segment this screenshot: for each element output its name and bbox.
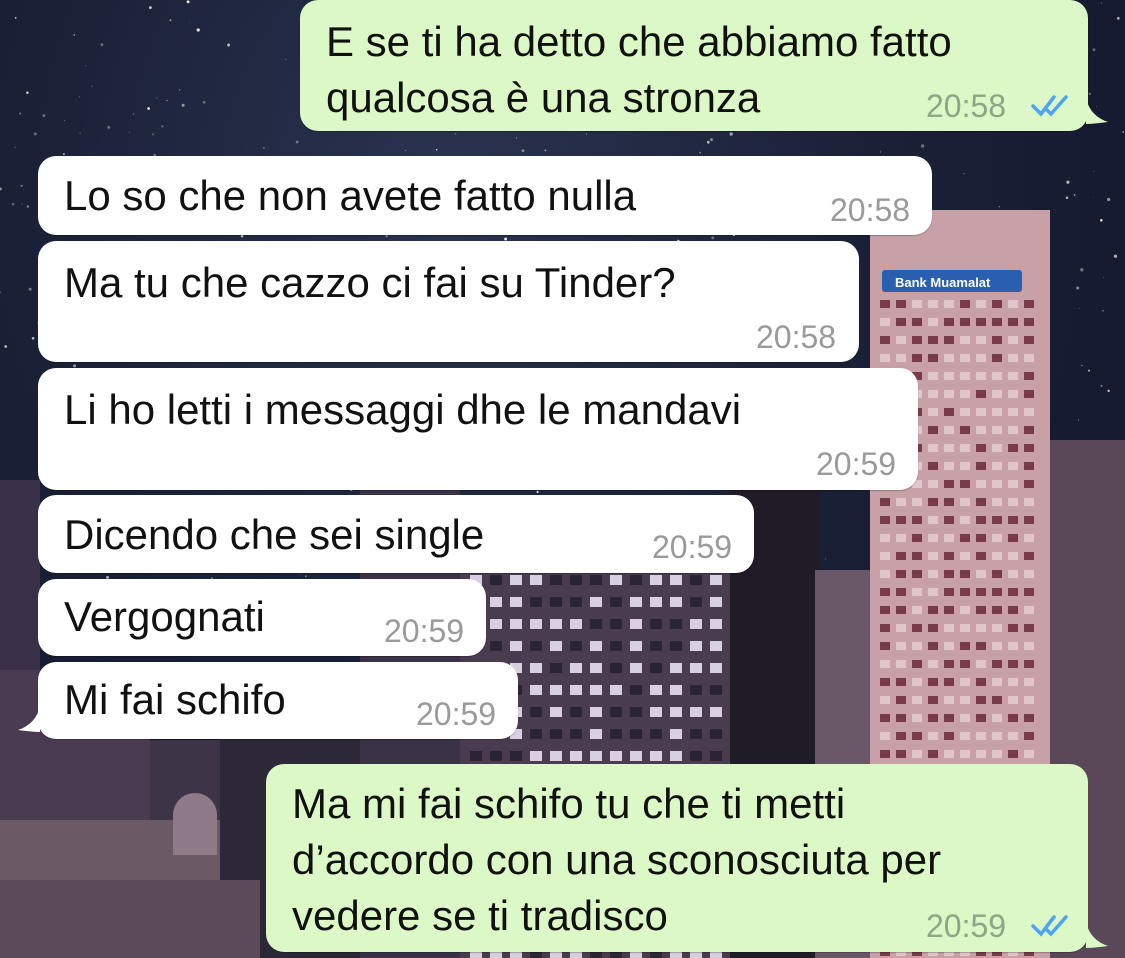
message-timestamp: 20:59: [384, 613, 465, 649]
double-check-read-icon: [1031, 95, 1068, 117]
message-bubble-incoming[interactable]: Li ho letti i messaggi dhe le mandavi 20…: [38, 368, 918, 490]
message-text: Ma mi fai schifo tu che ti metti d’accor…: [292, 780, 942, 939]
message-bubble-incoming[interactable]: Mi fai schifo 20:59: [18, 662, 518, 739]
message-timestamp: 20:59: [416, 696, 497, 732]
message-text: E se ti ha detto che abbiamo fatto qualc…: [326, 18, 952, 121]
message-bubble-outgoing[interactable]: E se ti ha detto che abbiamo fatto qualc…: [300, 0, 1108, 131]
message-bubble-incoming[interactable]: Lo so che non avete fatto nulla 20:58: [38, 156, 932, 235]
message-text: Dicendo che sei single: [64, 511, 485, 558]
message-timestamp: 20:59: [926, 908, 1007, 944]
message-text: Vergognati: [64, 593, 265, 640]
message-text: Ma tu che cazzo ci fai su Tinder?: [64, 259, 676, 306]
message-text: Lo so che non avete fatto nulla: [64, 172, 637, 219]
bank-billboard-text: Bank Muamalat: [895, 275, 991, 290]
message-text: Mi fai schifo: [64, 676, 286, 723]
message-timestamp: 20:58: [926, 88, 1007, 124]
message-bubble-outgoing[interactable]: Ma mi fai schifo tu che ti metti d’accor…: [266, 764, 1108, 952]
message-timestamp: 20:59: [652, 529, 733, 565]
bubble-tail-icon: [18, 706, 40, 732]
bubble-tail-icon: [1086, 98, 1108, 124]
message-timestamp: 20:59: [816, 446, 897, 482]
double-check-read-icon: [1031, 915, 1068, 937]
message-bubble-incoming[interactable]: Dicendo che sei single 20:59: [38, 495, 754, 573]
message-timestamp: 20:58: [756, 319, 837, 355]
message-bubble-incoming[interactable]: Vergognati 20:59: [38, 579, 486, 656]
message-timestamp: 20:58: [830, 192, 911, 228]
bubble-tail-icon: [1086, 922, 1108, 948]
message-bubble-incoming[interactable]: Ma tu che cazzo ci fai su Tinder? 20:58: [38, 241, 859, 362]
message-text: Li ho letti i messaggi dhe le mandavi: [64, 386, 742, 433]
